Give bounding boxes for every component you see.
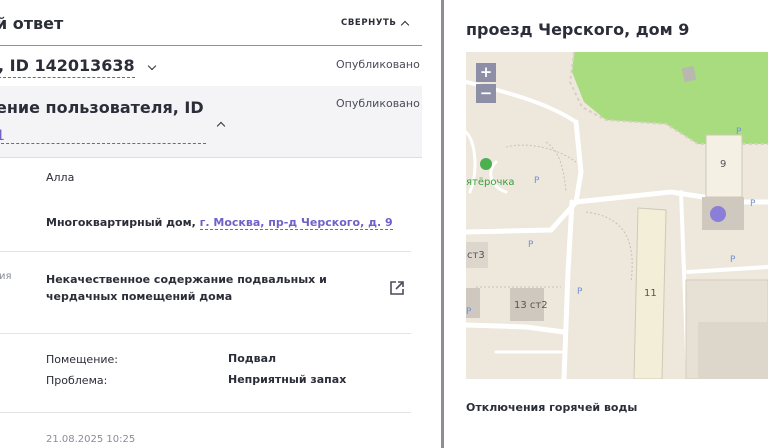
map-title: проезд Черского, дом 9 (466, 20, 690, 39)
request-details-panel: й ответ СВЕРНУТЬ , ID 142013638 Опублико… (0, 0, 422, 448)
building-large-roof (698, 322, 768, 379)
room-value: Подвал (228, 352, 277, 365)
address-marker (710, 206, 726, 222)
panel-title: й ответ (0, 14, 64, 33)
svg-text:P: P (466, 307, 472, 317)
problem-title: Некачественное содержание подвальных и ч… (46, 273, 327, 303)
scrollbar[interactable] (441, 0, 444, 448)
open-external-icon[interactable] (388, 279, 406, 297)
svg-text:P: P (736, 127, 742, 137)
divider (0, 412, 411, 413)
map-panel: проезд Черского, дом 9 P P P P P P P + −… (446, 0, 768, 448)
store-marker (480, 158, 492, 170)
zoom-in-button[interactable]: + (476, 63, 496, 82)
building-11-label: 11 (644, 288, 657, 299)
store-label: ятёрочка (466, 177, 515, 188)
collapse-label: СВЕРНУТЬ (341, 18, 397, 28)
room-label: Помещение: (46, 353, 119, 366)
collapse-button[interactable]: СВЕРНУТЬ (341, 18, 409, 29)
map-canvas: P P P P P P P (466, 52, 768, 379)
screen: й ответ СВЕРНУТЬ , ID 142013638 Опублико… (0, 0, 768, 448)
svg-text:P: P (750, 199, 756, 209)
user-name: Алла (46, 171, 75, 184)
chevron-down-icon (147, 61, 156, 70)
divider (0, 333, 411, 334)
svg-text:P: P (528, 240, 534, 250)
status-badge: Опубликовано (336, 58, 420, 71)
record-id-dropdown[interactable]: , ID 142013638 (0, 56, 156, 78)
timestamp: 21.08.2025 10:25 (46, 434, 136, 445)
building-9-label: 9 (720, 159, 727, 170)
section-title: ение пользователя, ID (0, 98, 204, 117)
object-info: Многоквартирный дом, г. Москва, пр-д Чер… (46, 216, 393, 230)
record-id-text: , ID 142013638 (0, 56, 135, 78)
issue-label: Проблема: (46, 374, 108, 387)
issue-value: Неприятный запах (228, 373, 347, 386)
chevron-up-icon (400, 20, 409, 29)
footpaths (476, 141, 633, 288)
map[interactable]: P P P P P P P + − ятёрочка 9 11 13 ст2 с… (466, 52, 768, 379)
category-label: ия (0, 271, 12, 282)
svg-text:P: P (577, 287, 583, 297)
building-13-label: 13 ст2 (514, 300, 548, 311)
svg-text:P: P (534, 176, 540, 186)
status-badge-2: Опубликовано (336, 97, 420, 110)
hot-water-title: Отключения горячей воды (466, 401, 638, 414)
address-link[interactable]: г. Москва, пр-д Черского, д. 9 (199, 216, 393, 230)
section-id-link[interactable]: 1 (0, 128, 206, 144)
zoom-out-button[interactable]: − (476, 84, 496, 103)
divider (0, 251, 411, 252)
panel-header: й ответ СВЕРНУТЬ (0, 0, 422, 46)
svg-text:P: P (730, 255, 736, 265)
building-3-label: ст3 (467, 250, 485, 261)
